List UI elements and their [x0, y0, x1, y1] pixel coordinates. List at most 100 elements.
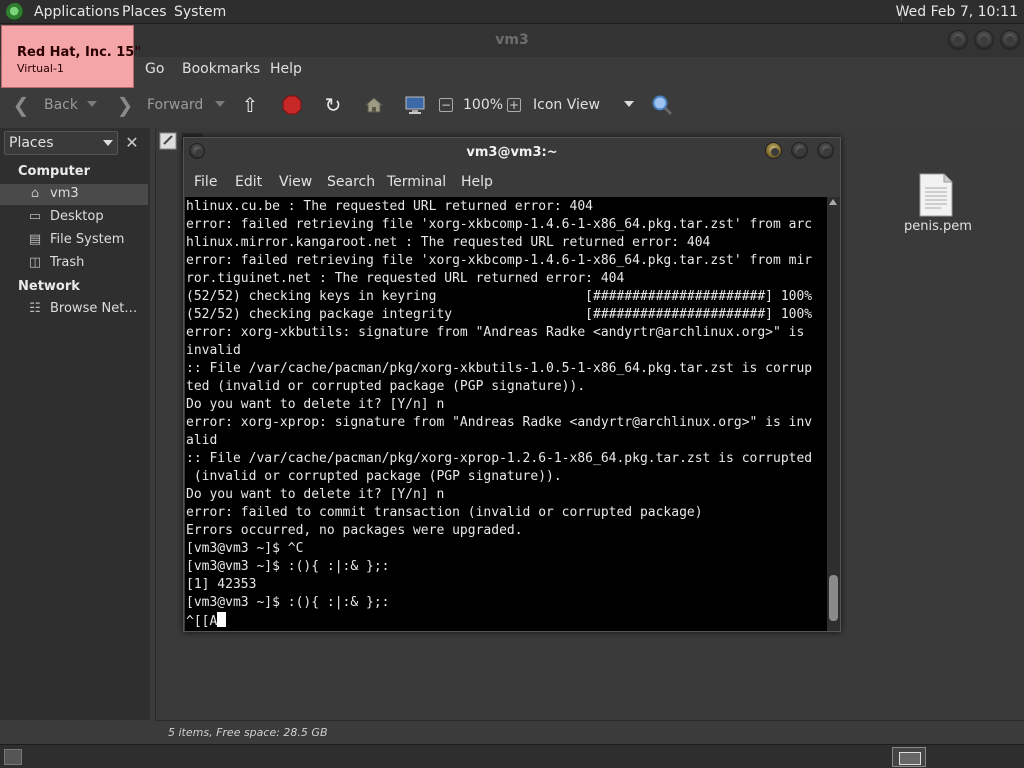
applications-menu[interactable]: Applications	[34, 0, 120, 24]
file-name[interactable]: penis.pem	[901, 219, 975, 234]
terminal-line: Do you want to delete it? [Y/n] n	[186, 487, 445, 502]
minimize-button[interactable]	[765, 142, 782, 159]
distro-logo-icon[interactable]	[6, 3, 24, 21]
system-menu[interactable]: System	[174, 0, 226, 24]
display-osd-popup: Red Hat, Inc. 15" Virtual-1	[1, 25, 141, 88]
status-bar: 5 items, Free space: 28.5 GB	[155, 720, 1024, 744]
bottom-panel	[0, 744, 1024, 768]
terminal-screen[interactable]: hlinux.cu.be : The requested URL returne…	[185, 197, 827, 631]
chevron-down-icon	[103, 140, 113, 146]
text-file-icon[interactable]	[916, 172, 956, 218]
up-arrow-icon[interactable]: ⇧	[239, 93, 261, 117]
scrollbar-thumb[interactable]	[829, 575, 838, 621]
terminal-line: (52/52) checking package integrity [####…	[186, 307, 813, 322]
sidebar: Places ✕ Computer ⌂ vm3 ▭ Desktop ▤ File…	[0, 128, 150, 720]
drive-icon: ▤	[28, 232, 42, 247]
maximize-button[interactable]	[974, 30, 994, 50]
terminal-line: :: File /var/cache/pacman/pkg/xorg-xkbut…	[186, 361, 813, 376]
trash-icon: ◫	[28, 255, 42, 270]
menu-go[interactable]: Go	[145, 61, 164, 77]
clock[interactable]: Wed Feb 7, 10:11	[896, 0, 1018, 24]
minimize-button[interactable]	[948, 30, 968, 50]
terminal-line: error: failed retrieving file 'xorg-xkbc…	[186, 217, 813, 232]
sidebar-item-label: Desktop	[50, 209, 104, 224]
terminal-line: error: failed retrieving file 'xorg-xkbc…	[186, 253, 813, 268]
menu-view[interactable]: View	[279, 174, 312, 190]
maximize-button[interactable]	[791, 142, 808, 159]
menu-bookmarks[interactable]: Bookmarks	[182, 61, 260, 77]
osd-title: Red Hat, Inc. 15"	[17, 45, 142, 60]
stop-icon[interactable]	[281, 94, 303, 116]
terminal-line: (52/52) checking keys in keyring [######…	[186, 289, 813, 304]
forward-button[interactable]: Forward	[147, 97, 203, 113]
terminal-window: vm3@vm3:~ File Edit View Search Terminal…	[183, 137, 841, 632]
file-manager-toolbar: ❮ Back ❯ Forward ⇧ ↻ − 100% + Icon View	[0, 85, 1024, 125]
sidebar-item-browse-network[interactable]: ☷ Browse Net…	[0, 299, 148, 320]
reload-icon[interactable]: ↻	[322, 93, 344, 117]
menu-help[interactable]: Help	[270, 61, 302, 77]
close-button[interactable]	[1000, 30, 1020, 50]
workspace-switcher[interactable]	[892, 747, 926, 767]
terminal-line: :: File /var/cache/pacman/pkg/xorg-xprop…	[186, 451, 813, 466]
terminal-title: vm3@vm3:~	[466, 145, 558, 160]
osd-subtitle: Virtual-1	[17, 62, 64, 75]
network-icon: ☷	[29, 301, 41, 316]
scroll-up-icon[interactable]	[829, 199, 837, 205]
terminal-line: ted (invalid or corrupted package (PGP s…	[186, 379, 586, 394]
terminal-line: Errors occurred, no packages were upgrad…	[186, 523, 523, 538]
status-text: 5 items, Free space: 28.5 GB	[168, 726, 328, 739]
terminal-scrollbar[interactable]	[827, 197, 840, 631]
terminal-titlebar[interactable]: vm3@vm3:~	[184, 138, 840, 168]
terminal-line: Do you want to delete it? [Y/n] n	[186, 397, 445, 412]
search-icon[interactable]	[651, 94, 673, 116]
top-panel: Applications Places System Wed Feb 7, 10…	[0, 0, 1024, 24]
terminal-line: [vm3@vm3 ~]$ :(){ :|:& };:	[186, 595, 390, 610]
terminal-line: hlinux.cu.be : The requested URL returne…	[186, 199, 593, 214]
terminal-line: [vm3@vm3 ~]$ :(){ :|:& };:	[186, 559, 390, 574]
sidebar-item-label: Browse Net…	[50, 301, 138, 316]
terminal-input-line: ^[[A	[186, 612, 812, 631]
terminal-line: error: failed to commit transaction (inv…	[186, 505, 703, 520]
view-mode-dropdown-icon[interactable]	[624, 101, 634, 107]
terminal-line: ror.tiguinet.net : The requested URL ret…	[186, 271, 625, 286]
back-button[interactable]: Back	[44, 97, 78, 113]
zoom-in-icon[interactable]: +	[507, 98, 521, 112]
places-combo[interactable]: Places	[4, 131, 118, 155]
terminal-line: hlinux.mirror.kangaroot.net : The reques…	[186, 235, 711, 250]
zoom-out-icon[interactable]: −	[439, 98, 453, 112]
menu-search[interactable]: Search	[327, 174, 375, 190]
file-manager-titlebar[interactable]: vm3	[0, 24, 1024, 57]
menu-help[interactable]: Help	[461, 174, 493, 190]
view-mode-select[interactable]: Icon View	[533, 97, 600, 113]
terminal-line: [vm3@vm3 ~]$ ^C	[186, 541, 304, 556]
sidebar-item-trash[interactable]: ◫ Trash	[0, 253, 148, 274]
sidebar-heading-network: Network	[18, 279, 80, 294]
sidebar-item-label: File System	[50, 232, 125, 247]
show-desktop-button[interactable]	[4, 749, 22, 765]
terminal-line: invalid	[186, 343, 241, 358]
terminal-line: error: xorg-xkbutils: signature from "An…	[186, 325, 805, 340]
computer-icon[interactable]	[404, 94, 426, 116]
terminal-line: (invalid or corrupted package (PGP signa…	[186, 469, 562, 484]
home-icon[interactable]	[363, 94, 385, 116]
terminal-menubar: File Edit View Search Terminal Help	[184, 171, 840, 195]
sidebar-item-label: vm3	[50, 186, 79, 201]
menu-terminal[interactable]: Terminal	[387, 174, 446, 190]
home-icon: ⌂	[30, 186, 40, 201]
back-arrow-icon[interactable]: ❮	[10, 93, 32, 117]
forward-arrow-icon[interactable]: ❯	[114, 93, 136, 117]
sidebar-item-vm3[interactable]: ⌂ vm3	[0, 184, 148, 205]
close-icon[interactable]: ✕	[122, 133, 142, 153]
sidebar-item-desktop[interactable]: ▭ Desktop	[0, 207, 148, 228]
places-menu[interactable]: Places	[122, 0, 167, 24]
menu-edit[interactable]: Edit	[235, 174, 262, 190]
desktop-icon: ▭	[28, 209, 42, 224]
terminal-line: error: xorg-xprop: signature from "Andre…	[186, 415, 813, 430]
sidebar-item-file-system[interactable]: ▤ File System	[0, 230, 148, 251]
forward-history-dropdown[interactable]	[215, 101, 225, 107]
file-manager-menubar: Go Bookmarks Help	[0, 57, 1024, 83]
back-history-dropdown[interactable]	[87, 101, 97, 107]
zoom-level: 100%	[463, 97, 504, 113]
menu-file[interactable]: File	[194, 174, 217, 190]
close-button[interactable]	[817, 142, 834, 159]
